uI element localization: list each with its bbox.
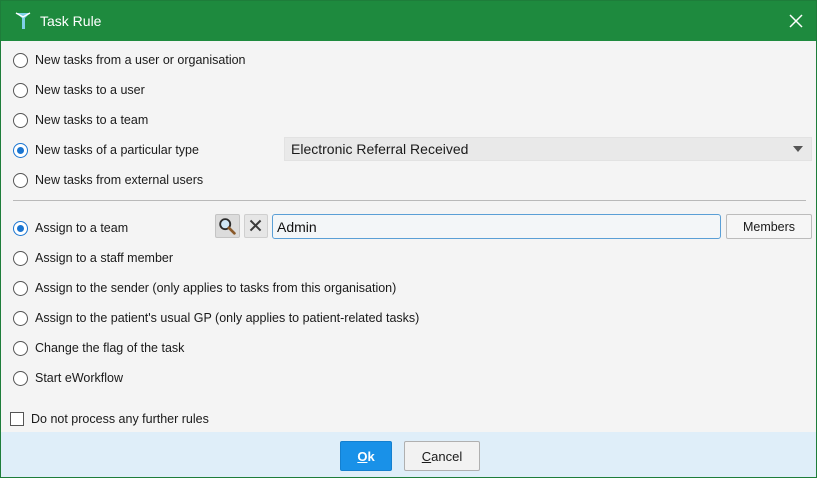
option-label: Change the flag of the task	[35, 341, 185, 355]
ok-mnemonic: O	[357, 448, 368, 464]
radio-button[interactable]	[13, 112, 28, 128]
radio-button[interactable]	[13, 280, 28, 296]
option-label: Assign to a staff member	[35, 251, 174, 265]
task-type-select-value: Electronic Referral Received	[291, 141, 469, 157]
option-label: Start eWorkflow	[35, 371, 123, 385]
option-label: Assign to the sender (only applies to ta…	[35, 281, 397, 295]
option-label: Assign to the patient's usual GP (only a…	[35, 311, 420, 325]
task-type-select[interactable]: Electronic Referral Received	[284, 137, 812, 161]
radio-button[interactable]	[13, 52, 28, 68]
radio-button[interactable]	[13, 340, 28, 356]
members-button[interactable]: Members	[726, 214, 812, 239]
action-option-assign-team[interactable]: Assign to a team	[13, 218, 128, 238]
radio-button[interactable]	[13, 250, 28, 266]
radio-button[interactable]	[13, 370, 28, 386]
chevron-down-icon	[793, 146, 803, 152]
ok-button[interactable]: Ok	[340, 441, 392, 471]
team-input[interactable]	[272, 214, 721, 239]
option-label: New tasks to a user	[35, 83, 145, 97]
radio-button-selected[interactable]	[13, 142, 28, 158]
clear-x-icon	[249, 219, 262, 232]
radio-button-selected[interactable]	[13, 220, 28, 236]
action-option-change-flag[interactable]: Change the flag of the task	[13, 338, 184, 358]
title-bar: Task Rule	[1, 1, 816, 41]
source-option-to-team[interactable]: New tasks to a team	[13, 110, 148, 130]
task-rule-icon	[15, 12, 31, 29]
source-option-to-user[interactable]: New tasks to a user	[13, 80, 145, 100]
task-rule-dialog: Task Rule New tasks from a user or organ…	[0, 0, 817, 478]
team-search-button[interactable]	[215, 214, 240, 238]
section-divider	[13, 200, 806, 201]
action-option-assign-usual-gp[interactable]: Assign to the patient's usual GP (only a…	[13, 308, 419, 328]
radio-button[interactable]	[13, 82, 28, 98]
dialog-footer: Ok Cancel	[1, 432, 816, 477]
team-clear-button[interactable]	[244, 214, 268, 238]
close-icon[interactable]	[786, 11, 806, 31]
option-label: New tasks of a particular type	[35, 143, 199, 157]
cancel-label-rest: ancel	[431, 448, 463, 464]
action-option-assign-staff[interactable]: Assign to a staff member	[13, 248, 173, 268]
window-title: Task Rule	[40, 13, 102, 29]
action-option-start-eworkflow[interactable]: Start eWorkflow	[13, 368, 123, 388]
radio-button[interactable]	[13, 310, 28, 326]
no-further-rules-option[interactable]: Do not process any further rules	[10, 409, 209, 429]
source-option-user-or-org[interactable]: New tasks from a user or organisation	[13, 50, 246, 70]
source-option-external-users[interactable]: New tasks from external users	[13, 170, 203, 190]
cancel-mnemonic: C	[421, 448, 432, 464]
no-further-rules-label: Do not process any further rules	[31, 412, 209, 426]
option-label: New tasks to a team	[35, 113, 149, 127]
source-option-particular-type[interactable]: New tasks of a particular type	[13, 140, 199, 160]
action-option-assign-sender[interactable]: Assign to the sender (only applies to ta…	[13, 278, 396, 298]
option-label: New tasks from a user or organisation	[35, 53, 246, 67]
search-icon	[219, 218, 236, 235]
ok-label-rest: k	[367, 448, 375, 464]
option-label: New tasks from external users	[35, 173, 204, 187]
option-label: Assign to a team	[35, 221, 129, 235]
no-further-rules-checkbox[interactable]	[10, 412, 24, 426]
cancel-button[interactable]: Cancel	[404, 441, 480, 471]
radio-button[interactable]	[13, 172, 28, 188]
